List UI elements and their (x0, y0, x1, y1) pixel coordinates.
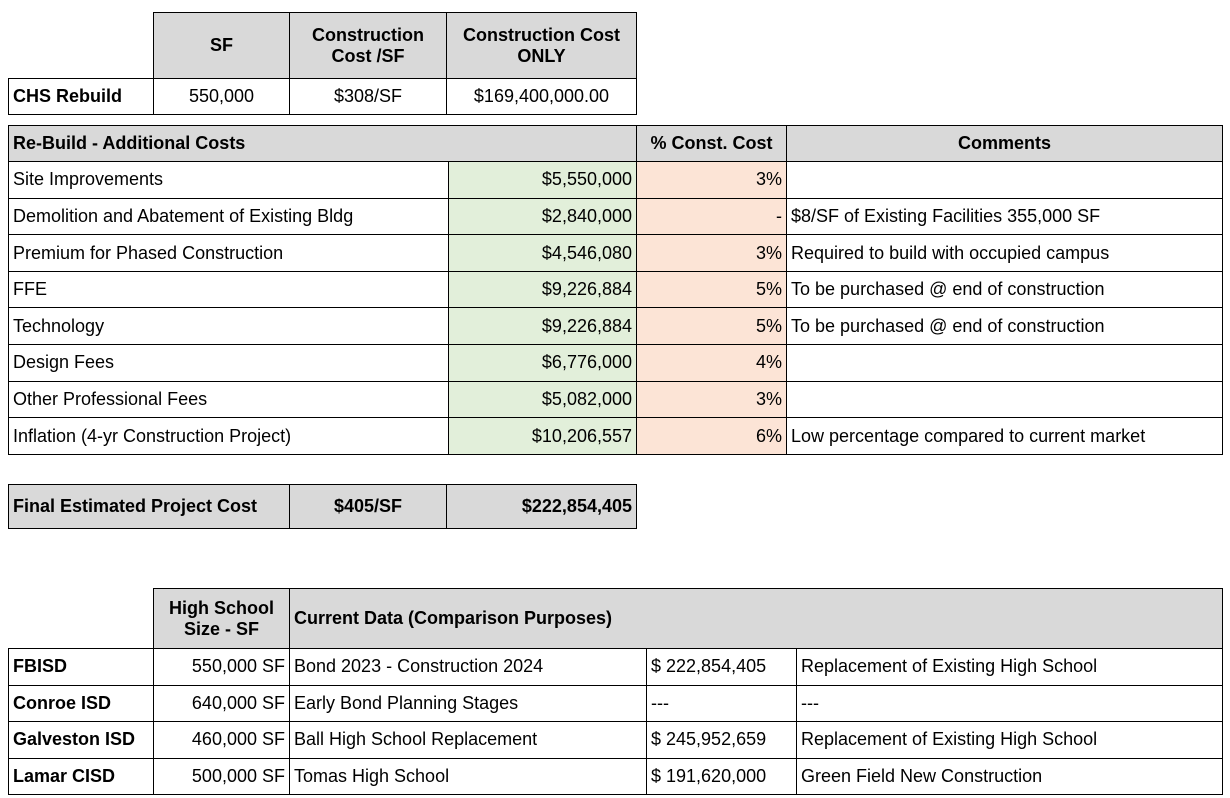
table-row: Lamar CISD 500,000 SF Tomas High School $ 1… (8, 757, 1224, 795)
cost-pct: - (636, 197, 788, 236)
project-note: Replacement of Existing High School (795, 648, 1224, 686)
additional-costs-table: Re-Build - Additional Costs % Const. Cos… (7, 125, 1224, 455)
cost-amount: $4,546,080 (447, 234, 638, 272)
cost-amount: $5,082,000 (447, 380, 638, 419)
cost-amount: $9,226,884 (447, 307, 638, 345)
cost-label: Other Professional Fees (8, 380, 449, 419)
district-name: Galveston ISD (8, 721, 154, 759)
cost-label: FFE (8, 270, 449, 309)
table-row: Galveston ISD 460,000 SF Ball High School … (8, 721, 1224, 759)
cost-pct: 3% (636, 234, 788, 272)
cost-pct: 4% (636, 343, 788, 382)
summary-table: SF Construction Cost /SF Construction Co… (8, 12, 637, 115)
project-status: Early Bond Planning Stages (289, 684, 647, 722)
table-row: Conroe ISD 640,000 SF Early Bond Planning … (8, 684, 1224, 722)
comparison-table: High School Size - SF Current Data (Comp… (8, 588, 1224, 795)
row-label-chs-rebuild: CHS Rebuild (8, 78, 154, 115)
cost-pct: 3% (636, 161, 788, 199)
header-sf: SF (153, 12, 290, 79)
school-size: 500,000 SF (153, 757, 290, 795)
summary-cost-per-sf: $308/SF (289, 78, 447, 115)
final-cost-table: Final Estimated Project Cost $405/SF $22… (8, 484, 637, 529)
comparison-corner (9, 589, 154, 649)
cost-amount: $6,776,000 (447, 343, 638, 382)
project-cost: $ 222,854,405 (646, 648, 797, 686)
project-status: Tomas High School (289, 757, 647, 795)
cost-amount: $5,550,000 (447, 161, 638, 199)
cost-comment: Required to build with occupied campus (786, 234, 1224, 272)
cost-label: Premium for Phased Construction (8, 234, 449, 272)
summary-cost-only: $169,400,000.00 (446, 78, 637, 115)
cost-comment (786, 343, 1224, 382)
table-row: Inflation (4-yr Construction Project) $10… (8, 417, 1224, 455)
cost-amount: $2,840,000 (447, 197, 638, 236)
final-cost-label: Final Estimated Project Cost (8, 484, 290, 529)
table-row: FFE $9,226,884 5% To be purchased @ end of … (8, 270, 1224, 309)
cost-amount: $10,206,557 (447, 417, 638, 455)
table-row: Demolition and Abatement of Existing Bld… (8, 197, 1224, 236)
project-note: Green Field New Construction (795, 757, 1224, 795)
school-size: 640,000 SF (153, 684, 290, 722)
cost-amount: $9,226,884 (447, 270, 638, 309)
cost-label: Design Fees (8, 343, 449, 382)
header-pct-const-cost: % Const. Cost (636, 125, 788, 162)
district-name: Conroe ISD (8, 684, 154, 722)
header-cost-per-sf: Construction Cost /SF (289, 12, 447, 79)
cost-pct: 6% (636, 417, 788, 455)
cost-comment (786, 161, 1224, 199)
project-cost: $ 245,952,659 (646, 721, 797, 759)
cost-label: Technology (8, 307, 449, 345)
summary-sf: 550,000 (153, 78, 290, 115)
summary-corner (9, 13, 154, 79)
header-cost-only: Construction Cost ONLY (446, 12, 637, 79)
final-cost-per-sf: $405/SF (289, 484, 447, 529)
project-cost: --- (646, 684, 797, 722)
header-comments: Comments (786, 125, 1224, 162)
final-cost-total: $222,854,405 (446, 484, 637, 529)
header-additional-costs: Re-Build - Additional Costs (7, 125, 638, 162)
cost-pct: 3% (636, 380, 788, 419)
table-row: FBISD 550,000 SF Bond 2023 - Construction … (8, 648, 1224, 686)
cost-comment: Low percentage compared to current marke… (786, 417, 1224, 455)
cost-pct: 5% (636, 270, 788, 309)
project-status: Bond 2023 - Construction 2024 (289, 648, 647, 686)
project-note: --- (795, 684, 1224, 722)
cost-comment: $8/SF of Existing Facilities 355,000 SF (786, 197, 1224, 236)
cost-comment: To be purchased @ end of construction (786, 270, 1224, 309)
cost-comment (786, 380, 1224, 419)
school-size: 460,000 SF (153, 721, 290, 759)
cost-label: Demolition and Abatement of Existing Bld… (8, 197, 449, 236)
district-name: FBISD (8, 648, 154, 686)
table-row: Other Professional Fees $5,082,000 3% (8, 380, 1224, 419)
cost-pct: 5% (636, 307, 788, 345)
cost-label: Inflation (4-yr Construction Project) (8, 417, 449, 455)
header-high-school-size: High School Size - SF (153, 588, 290, 649)
project-note: Replacement of Existing High School (795, 721, 1224, 759)
school-size: 550,000 SF (153, 648, 290, 686)
cost-label: Site Improvements (8, 161, 449, 199)
table-row: Site Improvements $5,550,000 3% (8, 161, 1224, 199)
table-row: Design Fees $6,776,000 4% (8, 343, 1224, 382)
project-status: Ball High School Replacement (289, 721, 647, 759)
cost-comment: To be purchased @ end of construction (786, 307, 1224, 345)
project-cost: $ 191,620,000 (646, 757, 797, 795)
district-name: Lamar CISD (8, 757, 154, 795)
header-current-data: Current Data (Comparison Purposes) (288, 588, 1224, 649)
table-row: Premium for Phased Construction $4,546,08… (8, 234, 1224, 272)
table-row: Technology $9,226,884 5% To be purchased @ … (8, 307, 1224, 345)
